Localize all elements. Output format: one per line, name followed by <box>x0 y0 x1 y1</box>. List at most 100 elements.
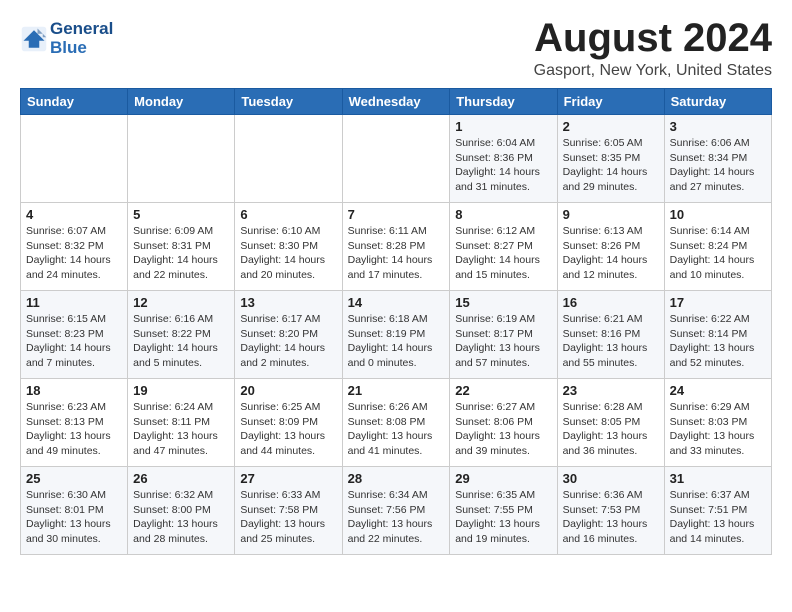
day-detail: Sunrise: 6:25 AMSunset: 8:09 PMDaylight:… <box>240 400 336 459</box>
weekday-header-wednesday: Wednesday <box>342 89 450 115</box>
calendar-cell: 17 Sunrise: 6:22 AMSunset: 8:14 PMDayligh… <box>664 291 771 379</box>
day-detail-line: and 0 minutes. <box>348 356 445 371</box>
weekday-header-friday: Friday <box>557 89 664 115</box>
calendar-cell: 10 Sunrise: 6:14 AMSunset: 8:24 PMDayligh… <box>664 203 771 291</box>
day-detail-line: and 17 minutes. <box>348 268 445 283</box>
day-number: 15 <box>455 295 551 310</box>
day-detail-line: Daylight: 14 hours <box>240 341 336 356</box>
day-detail-line: Sunrise: 6:19 AM <box>455 312 551 327</box>
calendar-cell: 31 Sunrise: 6:37 AMSunset: 7:51 PMDayligh… <box>664 467 771 555</box>
day-detail: Sunrise: 6:29 AMSunset: 8:03 PMDaylight:… <box>670 400 766 459</box>
day-detail-line: and 27 minutes. <box>670 180 766 195</box>
day-number: 31 <box>670 471 766 486</box>
day-detail: Sunrise: 6:04 AMSunset: 8:36 PMDaylight:… <box>455 136 551 195</box>
day-detail-line: Daylight: 13 hours <box>455 341 551 356</box>
day-detail-line: Sunset: 8:27 PM <box>455 239 551 254</box>
day-detail-line: Sunrise: 6:26 AM <box>348 400 445 415</box>
day-number: 27 <box>240 471 336 486</box>
day-detail-line: Sunrise: 6:35 AM <box>455 488 551 503</box>
day-detail-line: Sunset: 7:53 PM <box>563 503 659 518</box>
day-detail: Sunrise: 6:09 AMSunset: 8:31 PMDaylight:… <box>133 224 229 283</box>
day-detail-line: and 22 minutes. <box>348 532 445 547</box>
day-number: 3 <box>670 119 766 134</box>
day-detail-line: Daylight: 13 hours <box>240 429 336 444</box>
day-detail-line: Sunrise: 6:21 AM <box>563 312 659 327</box>
calendar-cell: 5Sunrise: 6:09 AMSunset: 8:31 PMDaylight… <box>128 203 235 291</box>
calendar-body: 1Sunrise: 6:04 AMSunset: 8:36 PMDaylight… <box>21 115 772 555</box>
day-number: 12 <box>133 295 229 310</box>
day-number: 20 <box>240 383 336 398</box>
day-detail-line: Sunset: 8:31 PM <box>133 239 229 254</box>
day-detail-line: Sunrise: 6:25 AM <box>240 400 336 415</box>
day-detail-line: and 2 minutes. <box>240 356 336 371</box>
day-detail-line: Sunset: 8:35 PM <box>563 151 659 166</box>
day-detail-line: Sunrise: 6:28 AM <box>563 400 659 415</box>
weekday-header-saturday: Saturday <box>664 89 771 115</box>
day-detail-line: Sunrise: 6:12 AM <box>455 224 551 239</box>
day-detail-line: Sunrise: 6:33 AM <box>240 488 336 503</box>
day-detail-line: and 14 minutes. <box>670 532 766 547</box>
day-detail-line: and 16 minutes. <box>563 532 659 547</box>
day-detail-line: and 12 minutes. <box>563 268 659 283</box>
day-detail-line: Sunset: 8:05 PM <box>563 415 659 430</box>
day-number: 10 <box>670 207 766 222</box>
day-detail-line: Sunset: 8:24 PM <box>670 239 766 254</box>
calendar-cell: 25 Sunrise: 6:30 AMSunset: 8:01 PMDayligh… <box>21 467 128 555</box>
day-number: 21 <box>348 383 445 398</box>
day-detail: Sunrise: 6:28 AMSunset: 8:05 PMDaylight:… <box>563 400 659 459</box>
day-detail-line: Sunset: 8:28 PM <box>348 239 445 254</box>
day-detail: Sunrise: 6:35 AMSunset: 7:55 PMDaylight:… <box>455 488 551 547</box>
weekday-header-thursday: Thursday <box>450 89 557 115</box>
day-detail-line: Sunset: 8:01 PM <box>26 503 122 518</box>
calendar-table: SundayMondayTuesdayWednesdayThursdayFrid… <box>20 88 772 555</box>
day-detail: Sunrise: 6:17 AMSunset: 8:20 PMDaylight:… <box>240 312 336 371</box>
day-detail: Sunrise: 6:11 AMSunset: 8:28 PMDaylight:… <box>348 224 445 283</box>
calendar-cell: 1Sunrise: 6:04 AMSunset: 8:36 PMDaylight… <box>450 115 557 203</box>
day-detail-line: Sunset: 8:26 PM <box>563 239 659 254</box>
weekday-header-tuesday: Tuesday <box>235 89 342 115</box>
day-detail: Sunrise: 6:30 AMSunset: 8:01 PMDaylight:… <box>26 488 122 547</box>
calendar-cell: 30Sunrise: 6:36 AMSunset: 7:53 PMDayligh… <box>557 467 664 555</box>
weekday-header-monday: Monday <box>128 89 235 115</box>
day-detail-line: Sunset: 8:03 PM <box>670 415 766 430</box>
day-detail-line: and 25 minutes. <box>240 532 336 547</box>
day-number: 28 <box>348 471 445 486</box>
day-detail-line: Daylight: 14 hours <box>455 165 551 180</box>
day-detail-line: Sunrise: 6:06 AM <box>670 136 766 151</box>
day-detail: Sunrise: 6:14 AMSunset: 8:24 PMDaylight:… <box>670 224 766 283</box>
day-detail-line: Sunrise: 6:14 AM <box>670 224 766 239</box>
day-detail-line: Daylight: 14 hours <box>670 165 766 180</box>
calendar-cell: 13Sunrise: 6:17 AMSunset: 8:20 PMDayligh… <box>235 291 342 379</box>
day-detail-line: Daylight: 14 hours <box>455 253 551 268</box>
calendar-cell: 29Sunrise: 6:35 AMSunset: 7:55 PMDayligh… <box>450 467 557 555</box>
day-number: 17 <box>670 295 766 310</box>
calendar-cell: 23Sunrise: 6:28 AMSunset: 8:05 PMDayligh… <box>557 379 664 467</box>
day-detail-line: and 55 minutes. <box>563 356 659 371</box>
day-detail-line: Sunrise: 6:29 AM <box>670 400 766 415</box>
day-detail-line: and 22 minutes. <box>133 268 229 283</box>
day-detail: Sunrise: 6:37 AMSunset: 7:51 PMDaylight:… <box>670 488 766 547</box>
day-detail: Sunrise: 6:19 AMSunset: 8:17 PMDaylight:… <box>455 312 551 371</box>
day-detail-line: and 7 minutes. <box>26 356 122 371</box>
day-detail-line: and 36 minutes. <box>563 444 659 459</box>
day-detail: Sunrise: 6:22 AMSunset: 8:14 PMDaylight:… <box>670 312 766 371</box>
day-detail-line: and 33 minutes. <box>670 444 766 459</box>
calendar-cell: 8 Sunrise: 6:12 AMSunset: 8:27 PMDaylight… <box>450 203 557 291</box>
day-detail-line: Sunset: 8:23 PM <box>26 327 122 342</box>
calendar-cell: 18Sunrise: 6:23 AMSunset: 8:13 PMDayligh… <box>21 379 128 467</box>
calendar-cell: 3Sunrise: 6:06 AMSunset: 8:34 PMDaylight… <box>664 115 771 203</box>
calendar-cell <box>128 115 235 203</box>
day-number: 8 <box>455 207 551 222</box>
day-detail-line: and 47 minutes. <box>133 444 229 459</box>
day-detail-line: Sunrise: 6:36 AM <box>563 488 659 503</box>
day-detail-line: Daylight: 13 hours <box>240 517 336 532</box>
day-detail: Sunrise: 6:12 AMSunset: 8:27 PMDaylight:… <box>455 224 551 283</box>
day-detail-line: Sunrise: 6:37 AM <box>670 488 766 503</box>
logo-text-general: General <box>50 20 113 39</box>
day-number: 22 <box>455 383 551 398</box>
calendar-cell: 28Sunrise: 6:34 AMSunset: 7:56 PMDayligh… <box>342 467 450 555</box>
day-detail-line: Sunset: 8:11 PM <box>133 415 229 430</box>
day-number: 25 <box>26 471 122 486</box>
day-detail: Sunrise: 6:26 AMSunset: 8:08 PMDaylight:… <box>348 400 445 459</box>
calendar-cell <box>21 115 128 203</box>
